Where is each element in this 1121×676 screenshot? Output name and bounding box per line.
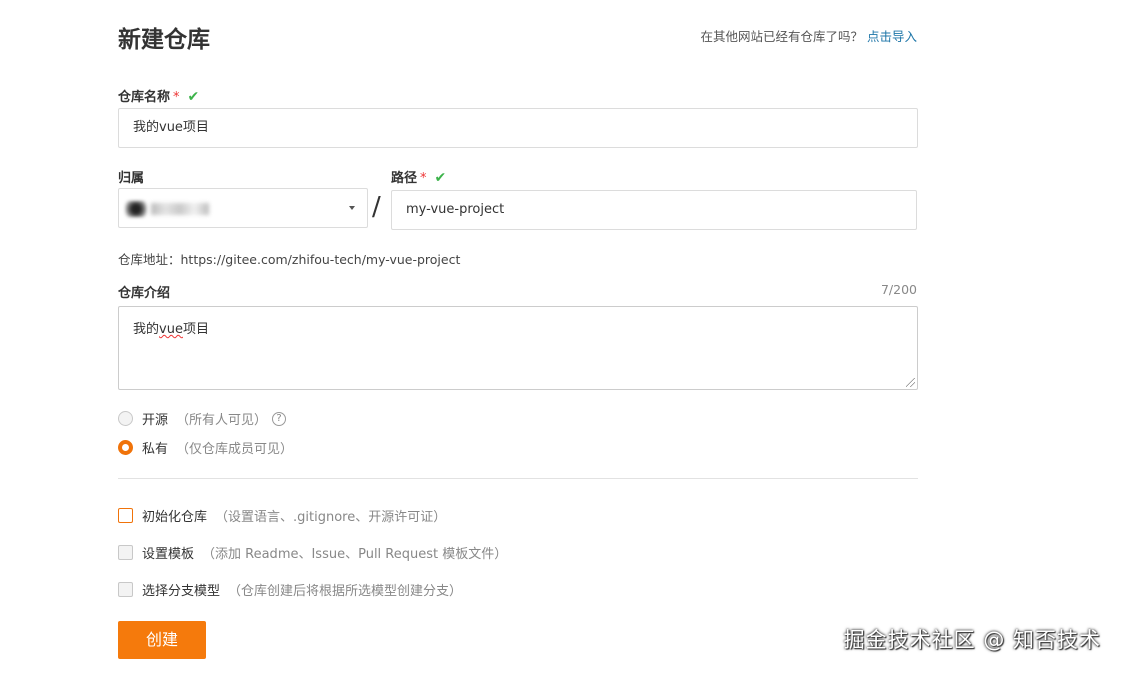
radio-public-label: 开源 <box>142 413 169 428</box>
checkbox-branch-model[interactable]: 选择分支模型 （仓库创建后将根据所选模型创建分支） <box>118 580 462 599</box>
path-label-text: 路径 <box>391 171 418 186</box>
radio-private-label: 私有 <box>142 442 169 457</box>
owner-name-blurred <box>151 203 209 215</box>
char-counter: 7/200 <box>880 282 917 297</box>
checkbox-init-repo-hint: （设置语言、.gitignore、开源许可证） <box>215 510 447 525</box>
import-link[interactable]: 点击导入 <box>867 29 917 44</box>
spellcheck-word: vue <box>159 322 183 337</box>
description-text-2: 项目 <box>182 322 209 337</box>
repo-address: 仓库地址：https://gitee.com/zhifou-tech/my-vu… <box>118 252 461 267</box>
valid-check-icon: ✔ <box>187 89 200 105</box>
checkbox-branch-model-hint: （仓库创建后将根据所选模型创建分支） <box>228 584 463 599</box>
path-separator: / <box>372 192 381 222</box>
repo-name-input[interactable]: 我的vue项目 <box>118 108 918 148</box>
description-textarea[interactable]: 我的vue项目 <box>118 306 918 390</box>
page-title: 新建仓库 <box>118 27 210 53</box>
required-mark: * <box>420 171 427 186</box>
path-input[interactable]: my-vue-project <box>391 190 917 230</box>
create-button[interactable]: 创建 <box>118 621 206 659</box>
watermark: 掘金技术社区 @ 知否技术 <box>843 628 1101 652</box>
required-mark: * <box>173 90 180 105</box>
import-hint: 在其他网站已经有仓库了吗？ 点击导入 <box>700 26 917 45</box>
owner-label: 归属 <box>118 171 145 186</box>
checkbox-init-repo-label: 初始化仓库 <box>142 510 208 525</box>
checkbox-template-hint: （添加 Readme、Issue、Pull Request 模板文件） <box>202 547 508 562</box>
radio-public[interactable]: 开源 （所有人可见） ? <box>118 409 287 428</box>
checkbox-template-box[interactable] <box>118 545 133 560</box>
checkbox-branch-model-label: 选择分支模型 <box>142 584 221 599</box>
repo-name-label-text: 仓库名称 <box>118 90 171 105</box>
description-label: 仓库介绍 <box>118 286 171 301</box>
radio-private-hint: （仅仓库成员可见） <box>176 442 294 457</box>
description-text-1: 我的 <box>133 322 160 337</box>
checkbox-init-repo[interactable]: 初始化仓库 （设置语言、.gitignore、开源许可证） <box>118 506 446 525</box>
path-label: 路径 * ✔ <box>391 167 446 186</box>
caret-down-icon <box>349 206 355 210</box>
checkbox-template-label: 设置模板 <box>142 547 195 562</box>
valid-check-icon: ✔ <box>434 170 447 186</box>
checkbox-template[interactable]: 设置模板 （添加 Readme、Issue、Pull Request 模板文件） <box>118 543 507 562</box>
repo-name-label: 仓库名称 * ✔ <box>118 86 199 105</box>
resize-handle-icon[interactable] <box>906 378 915 387</box>
owner-avatar <box>125 201 147 217</box>
divider <box>118 478 918 479</box>
owner-select[interactable] <box>118 188 368 228</box>
radio-private-circle[interactable] <box>118 440 133 455</box>
radio-private[interactable]: 私有 （仅仓库成员可见） <box>118 438 293 457</box>
radio-public-circle[interactable] <box>118 411 133 426</box>
help-icon[interactable]: ? <box>272 411 287 426</box>
radio-public-hint: （所有人可见） <box>176 413 268 428</box>
import-question: 在其他网站已经有仓库了吗？ <box>700 29 863 44</box>
checkbox-init-repo-box[interactable] <box>118 508 133 523</box>
checkbox-branch-model-box[interactable] <box>118 582 133 597</box>
